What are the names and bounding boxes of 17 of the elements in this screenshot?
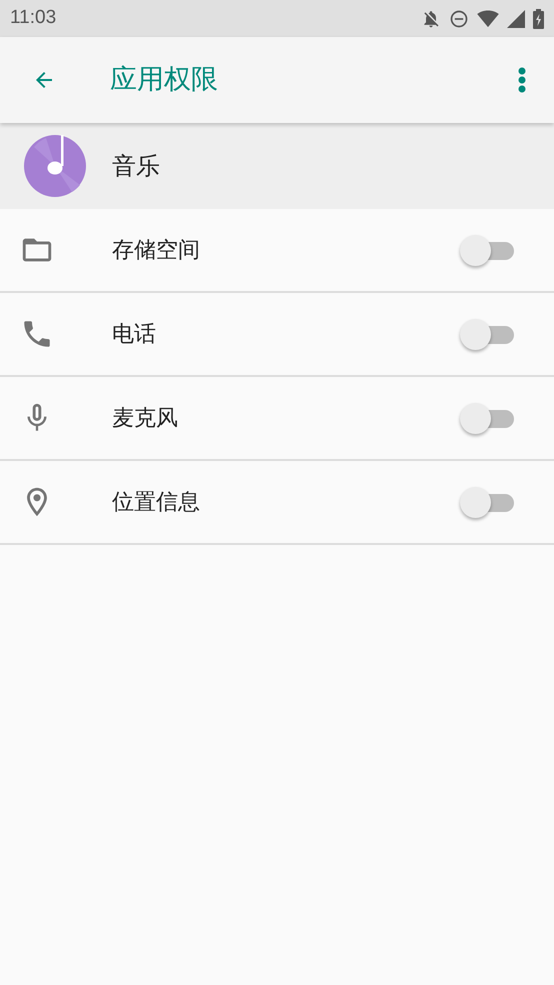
wifi-icon	[477, 10, 499, 28]
status-time: 11:03	[10, 6, 56, 30]
permission-label: 麦克风	[112, 404, 178, 432]
permission-label: 位置信息	[112, 488, 200, 516]
permission-label: 电话	[112, 320, 156, 348]
permission-toggle[interactable]	[460, 401, 516, 435]
do-not-disturb-icon	[449, 8, 469, 28]
permission-label: 存储空间	[112, 236, 200, 264]
music-app-icon	[24, 135, 86, 197]
signal-icon	[507, 10, 525, 28]
permission-toggle[interactable]	[460, 233, 516, 267]
app-name: 音乐	[112, 151, 160, 182]
permission-toggle[interactable]	[460, 485, 516, 519]
page-title: 应用权限	[110, 62, 218, 97]
battery-charging-icon	[533, 8, 544, 28]
permission-toggle[interactable]	[460, 317, 516, 351]
more-vertical-icon	[518, 67, 526, 93]
